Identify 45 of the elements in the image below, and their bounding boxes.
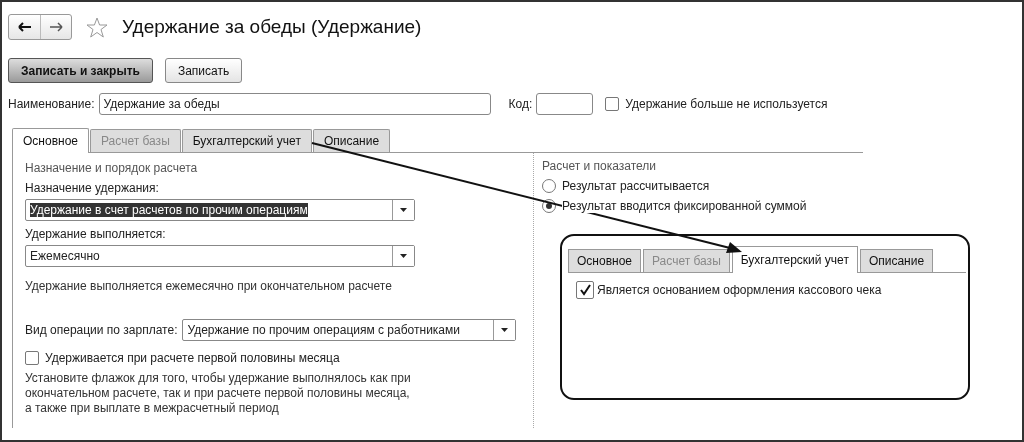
dropdown-button[interactable] bbox=[392, 246, 414, 266]
radio-label: Результат рассчитывается bbox=[562, 179, 710, 193]
hint-text: Удержание выполняется ежемесячно при окончательном расчете bbox=[25, 279, 393, 293]
field-value: Ежемесячно bbox=[30, 249, 100, 263]
checkbox-label: Является основанием оформления кассового чека bbox=[597, 283, 882, 297]
tab[interactable]: Основное bbox=[12, 128, 89, 153]
toolbar-button[interactable]: Записать и закрыть bbox=[8, 58, 153, 83]
checkbox[interactable] bbox=[25, 351, 39, 365]
tab[interactable]: Описание bbox=[312, 129, 391, 152]
window-title: Удержание за обеды (Удержание) bbox=[122, 16, 422, 38]
input-field[interactable] bbox=[536, 93, 594, 115]
caret-icon bbox=[400, 254, 407, 258]
group-title: Расчет и показатели bbox=[542, 159, 658, 173]
tab[interactable]: Основное bbox=[568, 249, 641, 272]
checkbox-label: Удерживается при расчете первой половины месяца bbox=[45, 351, 340, 365]
dropdown-button[interactable] bbox=[493, 320, 516, 340]
back-arrow-icon bbox=[17, 22, 32, 32]
forward-arrow-icon bbox=[49, 22, 63, 32]
caret-icon bbox=[501, 328, 509, 332]
checkbox[interactable] bbox=[605, 97, 620, 111]
radio-label: Результат вводится фиксированной суммой bbox=[562, 199, 807, 213]
field-value: Удержание по прочим операциям с работниками bbox=[187, 323, 460, 337]
field-label: Удержание выполняется: bbox=[25, 227, 167, 241]
star-icon[interactable] bbox=[86, 16, 108, 38]
tab[interactable]: Описание bbox=[859, 249, 934, 272]
checkbox[interactable] bbox=[576, 281, 594, 299]
check-icon bbox=[579, 284, 591, 296]
dropdown-button[interactable] bbox=[392, 200, 414, 220]
field-label: Код: bbox=[508, 97, 533, 111]
field-label: Назначение удержания: bbox=[25, 181, 160, 195]
tab[interactable]: Бухгалтерский учет bbox=[731, 246, 858, 273]
input-field[interactable]: Удержание за обеды bbox=[98, 93, 491, 115]
dropdown-field[interactable]: Удержание по прочим операциям с работниками bbox=[182, 319, 517, 341]
hint-text: Установите флажок для того, чтобы удержание выполнялось как при окончательном расчете, так и при расчете первой половины месяца, а также при выплате в межрасчетный период bbox=[25, 371, 412, 416]
dropdown-field[interactable]: Удержание в счет расчетов по прочим операциям bbox=[25, 199, 415, 221]
toolbar-button[interactable]: Записать bbox=[164, 58, 243, 83]
checkbox-label: Удержание больше не используется bbox=[625, 97, 828, 111]
dropdown-field[interactable]: Ежемесячно bbox=[25, 245, 415, 267]
selected-text: Удержание в счет расчетов по прочим операциям bbox=[30, 203, 308, 217]
radio-button[interactable] bbox=[542, 179, 556, 193]
field-label: Наименование: bbox=[8, 97, 95, 111]
field-label: Вид операции по зарплате: bbox=[25, 323, 178, 337]
tab[interactable]: Бухгалтерский учет bbox=[181, 129, 312, 152]
caret-icon bbox=[400, 208, 407, 212]
group-title: Назначение и порядок расчета bbox=[25, 161, 199, 175]
